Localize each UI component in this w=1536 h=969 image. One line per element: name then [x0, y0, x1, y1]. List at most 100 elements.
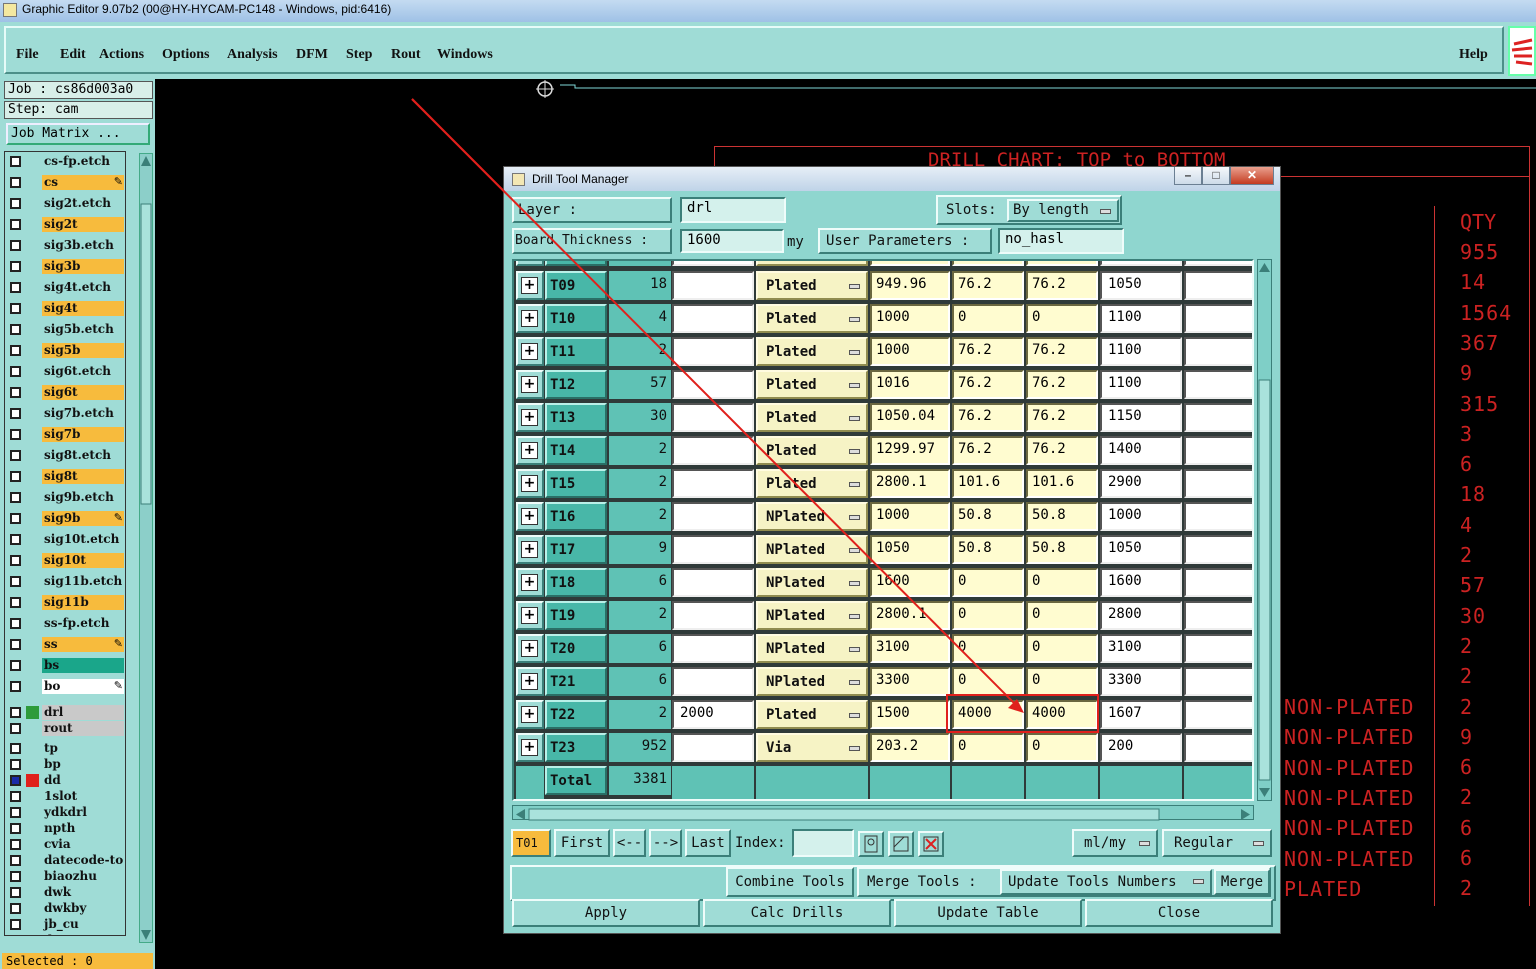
menu-actions[interactable]: Actions	[99, 47, 144, 63]
layer-checkbox[interactable]	[10, 471, 21, 482]
layer-checkbox[interactable]	[10, 387, 21, 398]
table-vertical-scrollbar[interactable]	[1257, 259, 1272, 801]
layer-row[interactable]: sig5b	[5, 343, 125, 358]
mode-dropdown[interactable]: Regular	[1162, 829, 1272, 857]
layer-checkbox[interactable]	[10, 887, 21, 898]
drill-size-input[interactable]: 1299.97	[870, 436, 950, 465]
tolerance-plus-input[interactable]: 101.6	[952, 469, 1024, 498]
layer-checkbox[interactable]	[10, 240, 21, 251]
finish-size-input[interactable]	[672, 502, 754, 531]
tolerance-minus-input[interactable]: 76.2	[1026, 337, 1098, 366]
finish-size-input[interactable]	[672, 733, 754, 762]
last-button[interactable]: Last	[685, 829, 731, 857]
layer-checkbox[interactable]	[10, 681, 21, 692]
drill-size-input[interactable]: 1016	[870, 370, 950, 399]
prev-button[interactable]: <--	[613, 829, 646, 857]
layer-row[interactable]: sig3b	[5, 259, 125, 274]
update-table-button[interactable]: Update Table	[894, 899, 1082, 927]
drill-size-input[interactable]: 1600	[870, 568, 950, 597]
expand-row-button[interactable]: +	[516, 271, 544, 300]
layer-row[interactable]: sig11b	[5, 595, 125, 610]
layer-checkbox[interactable]	[10, 492, 21, 503]
layer-row[interactable]: cs-fp.etch	[5, 154, 125, 169]
drill-size-input[interactable]: 949.96	[870, 271, 950, 300]
drill-size-input[interactable]: 1000	[870, 337, 950, 366]
finish-size-input[interactable]	[672, 667, 754, 696]
layer-row[interactable]: d	[5, 933, 125, 935]
extra-input[interactable]	[1184, 568, 1252, 597]
layer-checkbox[interactable]	[10, 791, 21, 802]
expand-row-button[interactable]: +	[516, 601, 544, 630]
finish-size-input[interactable]	[672, 601, 754, 630]
finish-size-input[interactable]	[672, 271, 754, 300]
layer-checkbox[interactable]	[10, 177, 21, 188]
expand-row-button[interactable]: +	[516, 733, 544, 762]
plating-type-dropdown[interactable]: NPlated	[756, 568, 868, 597]
extra-input[interactable]	[1184, 667, 1252, 696]
layer-checkbox[interactable]	[10, 429, 21, 440]
drill-result-input[interactable]: 1100	[1100, 337, 1182, 366]
extra-input[interactable]	[1184, 634, 1252, 663]
extra-input[interactable]	[1184, 271, 1252, 300]
drill-size-input[interactable]: 203.2	[870, 733, 950, 762]
plating-type-dropdown[interactable]: Plated	[756, 304, 868, 333]
drill-result-input[interactable]: 3300	[1100, 667, 1182, 696]
layer-row[interactable]: sig8t	[5, 469, 125, 484]
plating-type-dropdown[interactable]: Plated	[756, 403, 868, 432]
layer-checkbox[interactable]	[10, 759, 21, 770]
drill-result-input[interactable]: 1000	[1100, 502, 1182, 531]
layer-checkbox[interactable]	[10, 919, 21, 930]
next-button[interactable]: -->	[649, 829, 682, 857]
tolerance-minus-input[interactable]: 76.2	[1026, 271, 1098, 300]
layer-checkbox[interactable]	[10, 823, 21, 834]
tolerance-minus-input[interactable]: 50.8	[1026, 535, 1098, 564]
drill-result-input[interactable]: 1600	[1100, 568, 1182, 597]
layer-checkbox[interactable]	[10, 261, 21, 272]
expand-row-button[interactable]: +	[516, 634, 544, 663]
finish-size-input[interactable]	[672, 634, 754, 663]
drill-size-input[interactable]: 3100	[870, 634, 950, 663]
drill-result-input[interactable]: 200	[1100, 733, 1182, 762]
plating-type-dropdown[interactable]: NPlated	[756, 601, 868, 630]
tolerance-minus-input[interactable]: 4000	[1026, 700, 1098, 729]
layer-checkbox[interactable]	[10, 303, 21, 314]
job-matrix-button[interactable]: Job Matrix ...	[6, 123, 150, 145]
layer-checkbox[interactable]	[10, 534, 21, 545]
drill-result-input[interactable]: 2800	[1100, 601, 1182, 630]
layer-row[interactable]: sig2t.etch	[5, 196, 125, 211]
drill-size-input[interactable]: 1050	[870, 535, 950, 564]
menu-file[interactable]: File	[16, 47, 39, 63]
layer-row[interactable]: bp	[5, 757, 125, 772]
layer-checkbox[interactable]	[10, 660, 21, 671]
layer-row[interactable]: cs ✎	[5, 175, 125, 190]
layer-checkbox[interactable]	[10, 871, 21, 882]
extra-input[interactable]	[1184, 261, 1252, 266]
calc-drills-button[interactable]: Calc Drills	[703, 899, 891, 927]
board-thickness-field[interactable]: 1600	[680, 229, 784, 253]
layer-row[interactable]: sig3b.etch	[5, 238, 125, 253]
expand-row-button[interactable]: +	[516, 304, 544, 333]
tolerance-minus-input[interactable]	[1026, 261, 1098, 266]
menu-dfm[interactable]: DFM	[296, 47, 328, 63]
tolerance-plus-input[interactable]: 76.2	[952, 271, 1024, 300]
extra-input[interactable]	[1184, 304, 1252, 333]
finish-size-input[interactable]	[672, 436, 754, 465]
tolerance-plus-input[interactable]	[952, 261, 1024, 266]
drill-result-input[interactable]: 1050	[1100, 535, 1182, 564]
plating-type-dropdown[interactable]: Plated	[756, 436, 868, 465]
layer-checkbox[interactable]	[10, 555, 21, 566]
layer-checkbox[interactable]	[10, 743, 21, 754]
layer-checkbox[interactable]	[10, 198, 21, 209]
expand-row-button[interactable]: +	[516, 469, 544, 498]
layer-checkbox[interactable]	[10, 903, 21, 914]
close-window-button[interactable]: ✕	[1230, 167, 1274, 185]
expand-row-button[interactable]: +	[516, 700, 544, 729]
plating-type-dropdown[interactable]: Plated	[756, 700, 868, 729]
layer-row[interactable]: sig7b.etch	[5, 406, 125, 421]
tolerance-plus-input[interactable]: 50.8	[952, 535, 1024, 564]
layer-row[interactable]: npth	[5, 821, 125, 836]
menu-help[interactable]: Help	[1459, 47, 1488, 63]
layer-checkbox[interactable]	[10, 450, 21, 461]
layer-row[interactable]: dwkby	[5, 901, 125, 916]
plating-type-dropdown[interactable]: NPlated	[756, 634, 868, 663]
